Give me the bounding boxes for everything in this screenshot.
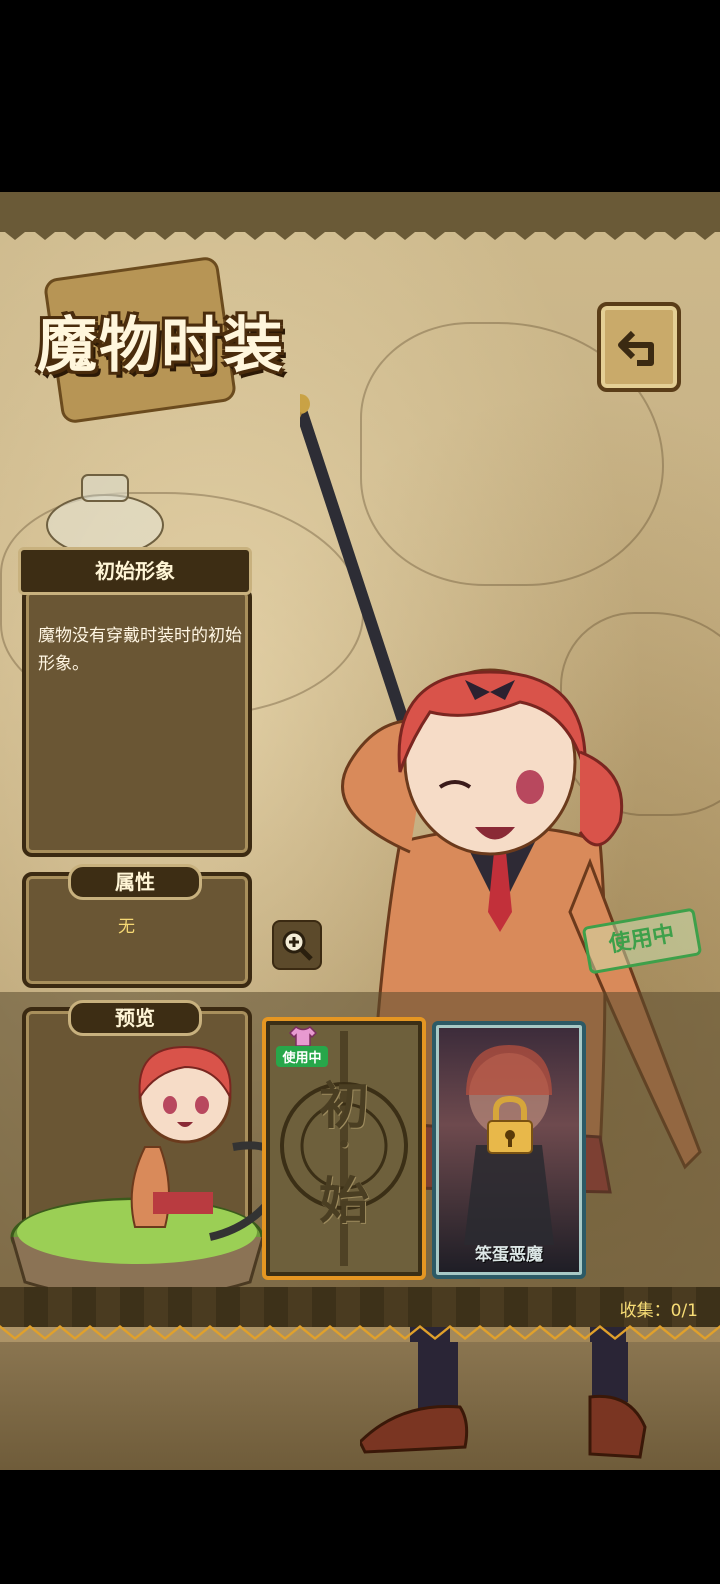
costume-name-header: 初始形象 (18, 547, 252, 595)
title-banner: 魔物时装 (12, 255, 342, 425)
back-button[interactable] (597, 302, 681, 392)
padlock-icon (487, 1095, 533, 1154)
in-use-badge: 使用中 (276, 1046, 328, 1067)
locked-costume-name: 笨蛋恶魔 (475, 1245, 543, 1265)
character-shoes (360, 1342, 647, 1459)
ink-bottle (46, 474, 164, 556)
attributes-label: 属性 (115, 870, 155, 894)
game-screen: 魔物时装 使用中 初始形象 魔物没有穿戴时装时的初始形象。 属性 无 预览 初 … (0, 192, 720, 1470)
magnify-plus-icon (282, 930, 313, 961)
costume-card-initial[interactable]: 初 · 始 使用中 (262, 1017, 426, 1280)
attributes-header: 属性 (68, 864, 202, 900)
top-zigzag-border (0, 222, 720, 240)
costume-card-locked[interactable]: 笨蛋恶魔 (432, 1021, 586, 1279)
chibi-preview-figure (10, 1045, 270, 1301)
shirt-icon (288, 1026, 318, 1047)
bottom-zigzag-border (0, 1325, 720, 1340)
card-glyph-bottom: 始 (319, 1171, 369, 1230)
costume-name: 初始形象 (95, 559, 175, 583)
page-title: 魔物时装 (37, 311, 285, 381)
return-arrow-icon (618, 330, 654, 366)
attributes-value: 无 (118, 917, 135, 937)
collection-count: 收集：0/1 (619, 1301, 698, 1321)
costume-description: 魔物没有穿戴时装时的初始形象。 (38, 626, 242, 674)
collection-bar (0, 1287, 720, 1327)
zoom-button[interactable] (272, 920, 322, 970)
